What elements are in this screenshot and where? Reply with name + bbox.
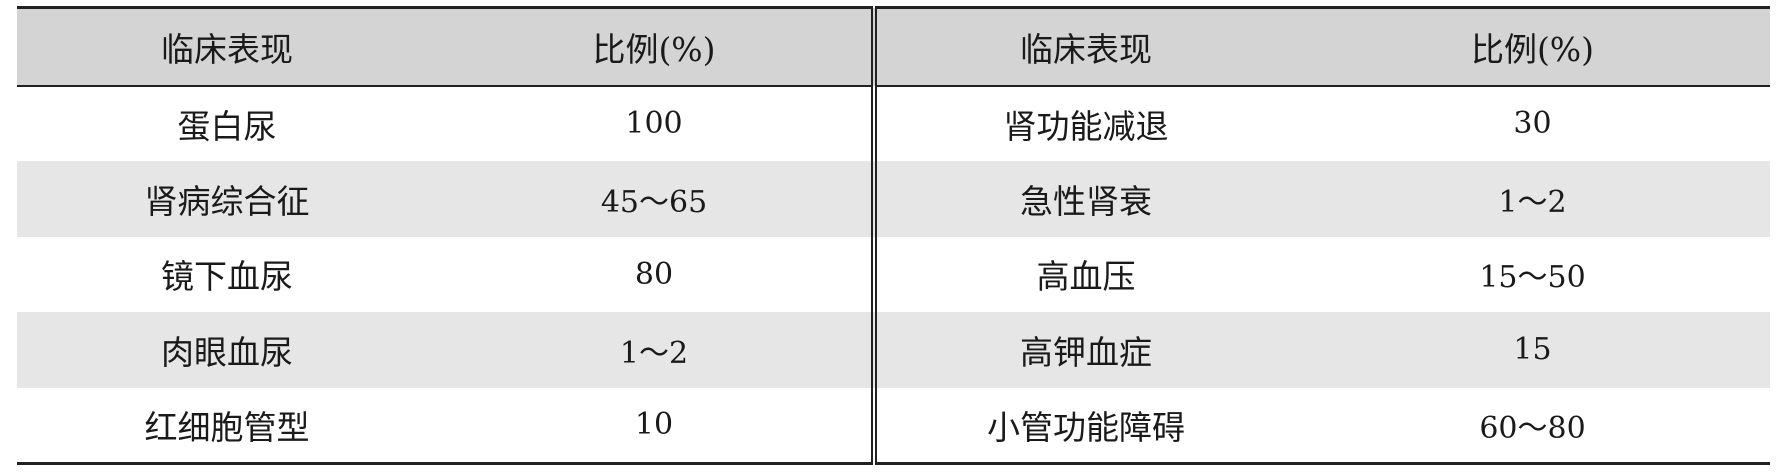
manifestation-cell: 高钾血症 (1020, 332, 1152, 372)
table-row: 蛋白尿 100 肾功能减退 30 (17, 85, 1770, 161)
manifestation-cell: 镜下血尿 (161, 257, 293, 297)
ratio-cell: 1～2 (1498, 184, 1567, 220)
ratio-cell: 15～50 (1479, 260, 1586, 296)
table-header-row: 临床表现 比例(%) 临床表现 比例(%) (17, 7, 1770, 87)
table-row: 红细胞管型 10 小管功能障碍 60～80 (17, 387, 1770, 463)
manifestation-cell: 急性肾衰 (1020, 181, 1152, 221)
ratio-cell: 1～2 (437, 312, 877, 388)
ratio-cell: 80 (437, 236, 877, 312)
manifestation-cell: 高血压 (1036, 257, 1136, 297)
table-row: 肾病综合征 45～65 急性肾衰 1～2 (17, 161, 1770, 237)
ratio-cell: 45～65 (437, 161, 877, 237)
clinical-manifestation-table: 临床表现 比例(%) 临床表现 比例(%) 蛋白尿 100 肾功能减退 30 肾… (17, 6, 1770, 465)
ratio-cell: 10 (437, 387, 877, 463)
manifestation-cell: 肉眼血尿 (161, 332, 293, 372)
manifestation-cell: 肾功能减退 (1003, 106, 1169, 146)
ratio-cell: 100 (437, 85, 877, 161)
header-manifestation-right: 临床表现 (874, 7, 1295, 87)
ratio-cell: 15 (1513, 332, 1552, 368)
table-row: 镜下血尿 80 高血压 15～50 (17, 236, 1770, 312)
clinical-table-container: 临床表现 比例(%) 临床表现 比例(%) 蛋白尿 100 肾功能减退 30 肾… (17, 6, 1770, 465)
header-manifestation-left: 临床表现 (17, 7, 437, 87)
header-ratio-left: 比例(%) (437, 7, 877, 87)
manifestation-cell: 红细胞管型 (144, 407, 310, 447)
ratio-cell: 30 (1513, 106, 1552, 142)
ratio-cell: 60～80 (1479, 410, 1586, 446)
manifestation-cell: 肾病综合征 (144, 181, 310, 221)
manifestation-cell: 小管功能障碍 (987, 407, 1185, 447)
manifestation-cell: 蛋白尿 (177, 106, 277, 146)
table-row: 肉眼血尿 1～2 高钾血症 15 (17, 312, 1770, 388)
header-ratio-right: 比例(%) (1295, 7, 1770, 87)
